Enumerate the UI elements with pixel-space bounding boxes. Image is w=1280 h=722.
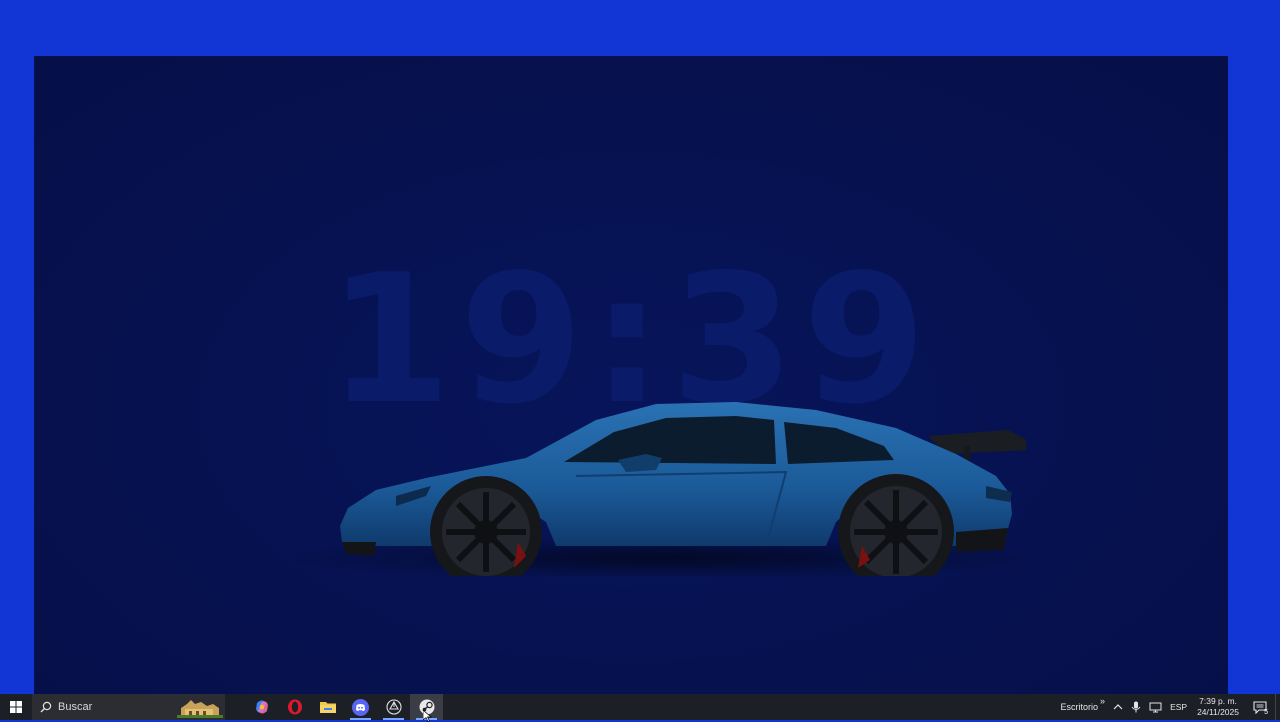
notification-count-badge: 5 — [1264, 709, 1268, 716]
clock-time: 7:39 p. m. — [1199, 696, 1237, 706]
taskbar-app-opera[interactable] — [278, 694, 311, 720]
windows-icon — [10, 701, 22, 713]
show-desktop-button[interactable] — [1275, 694, 1280, 720]
microphone-tray-icon[interactable] — [1127, 694, 1145, 720]
clock-date: 24/11/2025 — [1197, 707, 1239, 717]
taskbar-app-unity-hub[interactable] — [377, 694, 410, 720]
copilot-icon — [255, 700, 268, 714]
mouse-cursor-icon — [423, 710, 432, 722]
folder-icon — [319, 702, 336, 713]
start-button[interactable] — [0, 694, 32, 720]
language-label: ESP — [1170, 702, 1188, 712]
network-icon — [1149, 702, 1162, 712]
taskbar-app-copilot[interactable] — [245, 694, 278, 720]
taskbar-app-discord[interactable] — [344, 694, 377, 720]
search-placeholder: Buscar — [58, 701, 93, 713]
language-indicator[interactable]: ESP — [1166, 694, 1191, 720]
unity-icon — [385, 699, 402, 715]
desktop-toolbar[interactable]: Escritorio » — [1053, 694, 1110, 720]
wallpaper: 19:39 — [34, 56, 1228, 694]
toolbar-chevron-icon[interactable]: » — [1100, 696, 1105, 706]
show-hidden-icons-button[interactable] — [1109, 694, 1127, 720]
system-tray: Escritorio » ESP 7:39 p. m. 24/11/2025 5 — [1053, 694, 1280, 720]
notification-center-button[interactable]: 5 — [1245, 694, 1275, 720]
microphone-icon — [1131, 701, 1141, 713]
taskbar-app-file-explorer[interactable] — [311, 694, 344, 720]
discord-icon — [352, 698, 369, 716]
chevron-up-icon — [1113, 704, 1123, 710]
taskbar-clock[interactable]: 7:39 p. m. 24/11/2025 — [1191, 696, 1245, 718]
search-icon — [40, 701, 52, 713]
opera-icon — [287, 699, 302, 715]
search-box[interactable]: Buscar — [32, 694, 225, 720]
car-image — [296, 402, 1026, 576]
taskbar: Buscar Escritorio » ESP 7:39 p. m. 24/11… — [0, 694, 1280, 720]
desktop-toolbar-label: Escritorio — [1060, 702, 1099, 712]
search-highlight-image — [177, 696, 223, 718]
desktop: 19:39 — [0, 0, 1280, 694]
taskbar-apps — [245, 694, 443, 720]
network-tray-icon[interactable] — [1145, 694, 1166, 720]
